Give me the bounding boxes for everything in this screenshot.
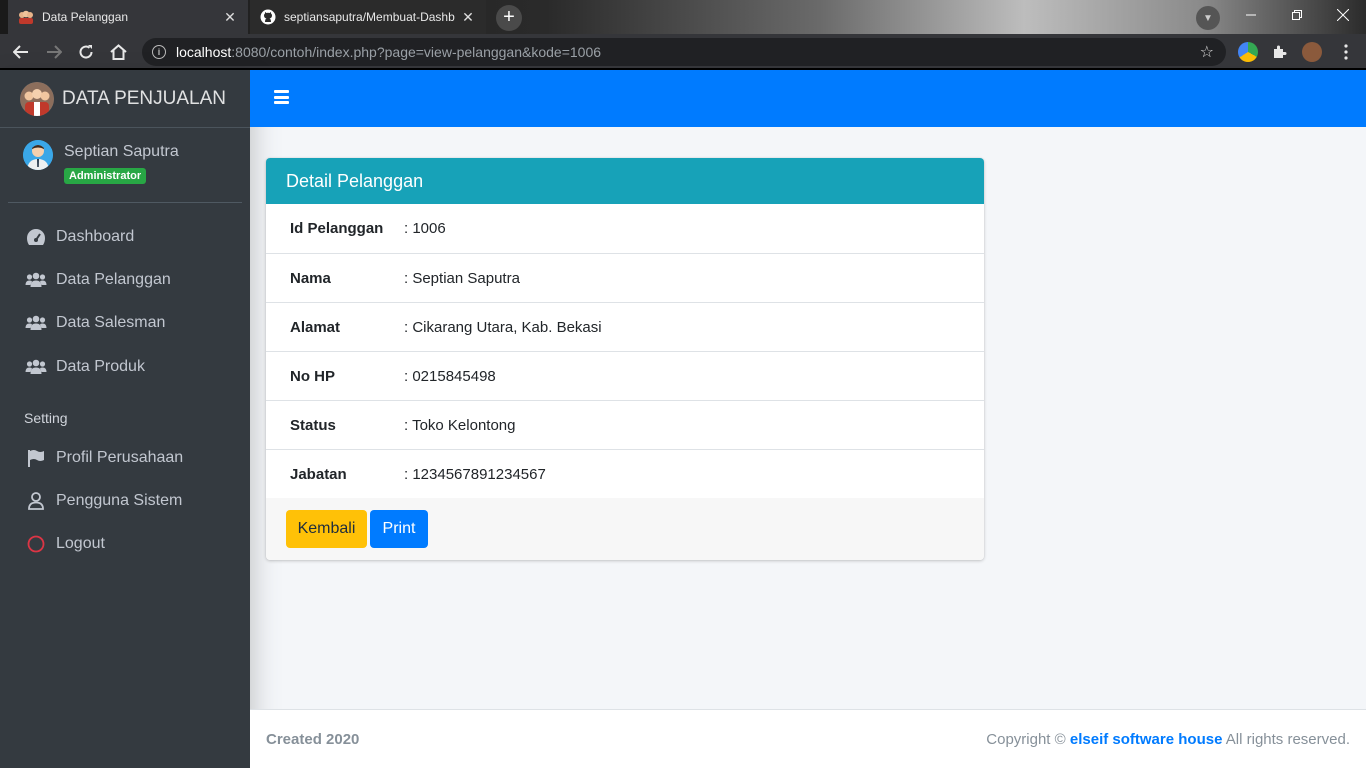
sidebar-item-label: Data Salesman [56,314,166,332]
sidebar-item-data-salesman[interactable]: Data Salesman [0,302,250,345]
browser-menu-icon[interactable] [1334,40,1358,64]
detail-pelanggan-card: Detail Pelanggan Id Pelanggan : 1006 Nam… [266,158,984,560]
tab-search-icon[interactable]: ▼ [1196,6,1220,30]
tachometer-icon [25,227,47,247]
row-value: : Cikarang Utara, Kab. Bekasi [404,318,602,336]
main-header [250,70,1366,127]
row-label: Alamat [290,318,341,336]
user-panel[interactable]: Septian Saputra Administrator [8,128,242,203]
print-button[interactable]: Print [370,510,428,548]
close-window-icon[interactable] [1320,0,1366,30]
row-value: : 1234567891234567 [404,465,546,483]
sidebar-nav: Dashboard Data Pelanggan Data Salesman D… [0,215,250,566]
users-icon [25,313,47,333]
sidebar-item-label: Data Produk [56,357,145,375]
user-avatar [23,140,53,170]
tab-close-icon[interactable]: ✕ [222,9,238,26]
table-row: Jabatan : 1234567891234567 [266,449,984,498]
sidebar-item-label: Pengguna Sistem [56,492,183,510]
sidebar-item-logout[interactable]: Logout [0,523,250,566]
tab-close-icon[interactable]: ✕ [460,9,476,26]
sidebar-section-header: Setting [24,410,68,427]
back-icon[interactable] [9,40,33,64]
copyright-suffix: All rights reserved. [1225,730,1350,748]
table-row: Alamat : Cikarang Utara, Kab. Bekasi [266,302,984,351]
home-icon[interactable] [106,40,130,64]
new-tab-button[interactable]: + [496,5,522,31]
sidebar-item-label: Logout [56,535,105,553]
sidebar-item-pengguna-sistem[interactable]: Pengguna Sistem [0,479,250,522]
bookmark-star-icon[interactable]: ☆ [1200,42,1214,62]
user-name[interactable]: Septian Saputra [64,143,179,161]
site-info-icon[interactable]: i [152,45,166,59]
sidebar-item-label: Profil Perusahaan [56,448,184,466]
restore-icon[interactable] [1274,0,1320,30]
sidebar-item-data-produk[interactable]: Data Produk [0,345,250,388]
sidebar-item-dashboard[interactable]: Dashboard [0,215,250,258]
role-badge: Administrator [64,168,147,184]
table-row: Status : Toko Kelontong [266,400,984,449]
minimize-icon[interactable] [1228,0,1274,30]
card-footer: Kembali Print [266,498,984,560]
table-row: Nama : Septian Saputra [266,253,984,302]
company-link[interactable]: elseif software house [1070,731,1223,748]
sidebar-item-label: Data Pelanggan [56,270,171,288]
site-favicon-icon [18,9,34,25]
address-bar[interactable]: i localhost:8080/contoh/index.php?page=v… [142,38,1226,66]
extensions-puzzle-icon[interactable] [1268,40,1292,64]
browser-tab-data-pelanggan[interactable]: Data Pelanggan ✕ [8,0,248,34]
url-path: :8080/contoh/index.php?page=view-pelangg… [231,44,602,60]
row-value: : Septian Saputra [404,269,520,287]
browser-toolbar: i localhost:8080/contoh/index.php?page=v… [0,34,1366,70]
row-value: : 1006 [404,220,446,237]
created-text: Created 2020 [266,730,360,748]
profile-avatar[interactable] [1302,42,1322,62]
kembali-button[interactable]: Kembali [286,510,367,548]
url-host: localhost [176,44,232,60]
row-label: Jabatan [290,465,347,483]
row-label: Nama [290,269,331,287]
sidebar-item-profil-perusahaan[interactable]: Profil Perusahaan [0,436,250,479]
forward-icon[interactable] [42,40,66,64]
browser-tab-github[interactable]: septiansaputra/Membuat-Dashb ✕ [250,0,486,34]
users-icon [25,270,47,290]
main-footer: Created 2020 Copyright © elseif software… [250,709,1366,768]
table-row: Id Pelanggan : 1006 [266,204,984,253]
row-label: Status [290,416,336,434]
row-label: Id Pelanggan [290,220,384,237]
flag-icon [25,448,47,468]
github-icon [260,9,276,25]
detail-table: Id Pelanggan : 1006 Nama : Septian Saput… [266,204,984,498]
brand-text: DATA PENJUALAN [62,87,227,109]
row-value: : Toko Kelontong [404,416,516,434]
brand-logo-icon [20,81,54,116]
copyright-text: Copyright © elseif software house All ri… [986,731,1350,748]
tab-title: septiansaputra/Membuat-Dashb [284,10,455,24]
extension-icon[interactable] [1238,42,1258,62]
hamburger-menu-icon[interactable] [274,90,289,104]
tab-title: Data Pelanggan [42,10,129,24]
row-label: No HP [290,367,335,385]
sidebar-item-data-pelanggan[interactable]: Data Pelanggan [0,258,250,301]
table-row: No HP : 0215845498 [266,351,984,400]
sidebar-item-label: Dashboard [56,227,135,245]
copyright-prefix: Copyright © [986,730,1066,748]
reload-icon[interactable] [74,40,98,64]
row-value: : 0215845498 [404,367,496,385]
card-title: Detail Pelanggan [266,158,984,204]
user-icon [25,491,47,511]
brand-link[interactable]: DATA PENJUALAN [0,70,250,128]
users-icon [25,357,47,377]
circle-icon [25,534,47,554]
main-sidebar: DATA PENJUALAN Septian Saputra Administr… [0,70,250,768]
browser-tab-strip: Data Pelanggan ✕ septiansaputra/Membuat-… [0,0,1366,34]
